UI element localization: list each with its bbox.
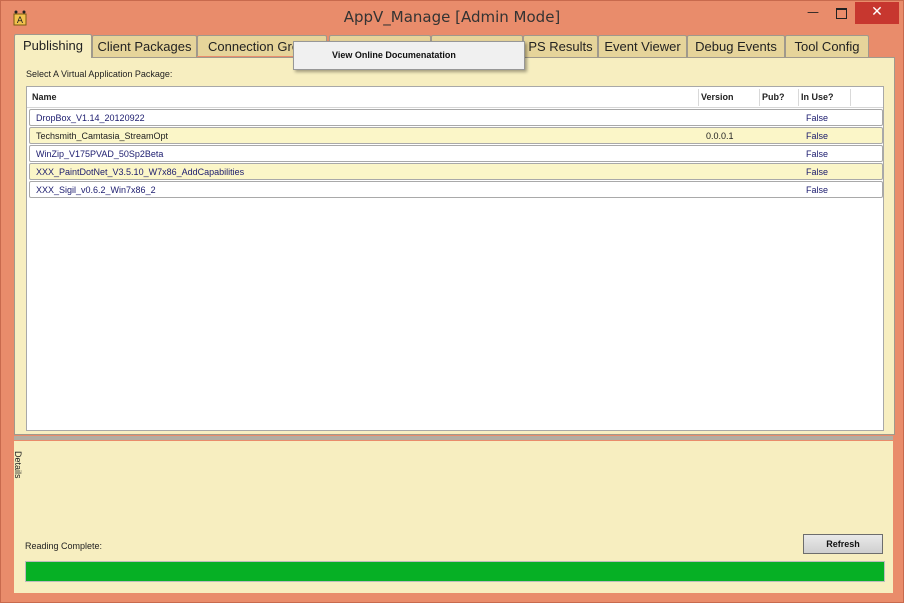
close-button[interactable]: ✕ (855, 2, 899, 24)
column-header-name[interactable]: Name (32, 92, 57, 102)
package-name: WinZip_V175PVAD_50Sp2Beta (36, 149, 164, 159)
column-header-version[interactable]: Version (701, 92, 734, 102)
package-list[interactable]: Name Version Pub? In Use? DropBox_V1.14_… (26, 86, 884, 431)
close-icon: ✕ (871, 4, 883, 20)
tab-publishing[interactable]: Publishing (14, 34, 92, 58)
window-title: AppV_Manage [Admin Mode] (343, 8, 561, 26)
details-panel: Reading Complete: Refresh (14, 441, 893, 593)
minimize-button[interactable]: — (799, 4, 827, 24)
tab-tool-config[interactable]: Tool Config (785, 35, 869, 57)
list-item[interactable]: DropBox_V1.14_20120922 False (29, 109, 883, 126)
list-header: Name Version Pub? In Use? (27, 87, 883, 108)
column-divider[interactable] (850, 89, 851, 106)
tab-debug-events[interactable]: Debug Events (687, 35, 785, 57)
refresh-button[interactable]: Refresh (803, 534, 883, 554)
menu-item-view-online-documentation[interactable]: View Online Documenatation (332, 50, 456, 60)
package-name: XXX_PaintDotNet_V3.5.10_W7x86_AddCapabil… (36, 167, 245, 177)
context-menu: View Online Documenatation (293, 41, 525, 70)
package-name: DropBox_V1.14_20120922 (36, 113, 145, 123)
publishing-panel: Select A Virtual Application Package: Na… (14, 57, 895, 435)
package-in-use: False (806, 149, 829, 159)
status-text: Reading Complete: (25, 541, 103, 551)
package-name: XXX_Sigil_v0.6.2_Win7x86_2 (36, 185, 156, 195)
app-window: A AppV_Manage [Admin Mode] — ✕ Publishin… (0, 0, 904, 603)
tab-ps-results[interactable]: PS Results (523, 35, 598, 57)
column-header-pub[interactable]: Pub? (762, 92, 785, 102)
minimize-icon: — (807, 5, 819, 19)
progress-fill (26, 562, 884, 581)
package-in-use: False (806, 131, 829, 141)
details-expander[interactable]: Details (13, 451, 23, 479)
list-item[interactable]: WinZip_V175PVAD_50Sp2Beta False (29, 145, 883, 162)
panel-splitter[interactable] (14, 436, 893, 440)
package-in-use: False (806, 167, 829, 177)
list-item[interactable]: XXX_PaintDotNet_V3.5.10_W7x86_AddCapabil… (29, 163, 883, 180)
list-item[interactable]: XXX_Sigil_v0.6.2_Win7x86_2 False (29, 181, 883, 198)
package-version: 0.0.0.1 (706, 131, 734, 141)
tab-client-packages[interactable]: Client Packages (92, 35, 197, 57)
package-name: Techsmith_Camtasia_StreamOpt (36, 131, 169, 141)
maximize-icon (835, 8, 847, 19)
progress-bar (25, 561, 885, 582)
list-item[interactable]: Techsmith_Camtasia_StreamOpt 0.0.0.1 Fal… (29, 127, 883, 144)
maximize-button[interactable] (827, 4, 855, 24)
column-divider[interactable] (698, 89, 699, 106)
column-divider[interactable] (798, 89, 799, 106)
package-in-use: False (806, 185, 829, 195)
select-package-label: Select A Virtual Application Package: (26, 69, 173, 79)
title-bar[interactable]: A AppV_Manage [Admin Mode] — ✕ (1, 1, 903, 33)
tab-event-viewer[interactable]: Event Viewer (598, 35, 687, 57)
package-in-use: False (806, 113, 829, 123)
column-divider[interactable] (759, 89, 760, 106)
column-header-in-use[interactable]: In Use? (801, 92, 834, 102)
